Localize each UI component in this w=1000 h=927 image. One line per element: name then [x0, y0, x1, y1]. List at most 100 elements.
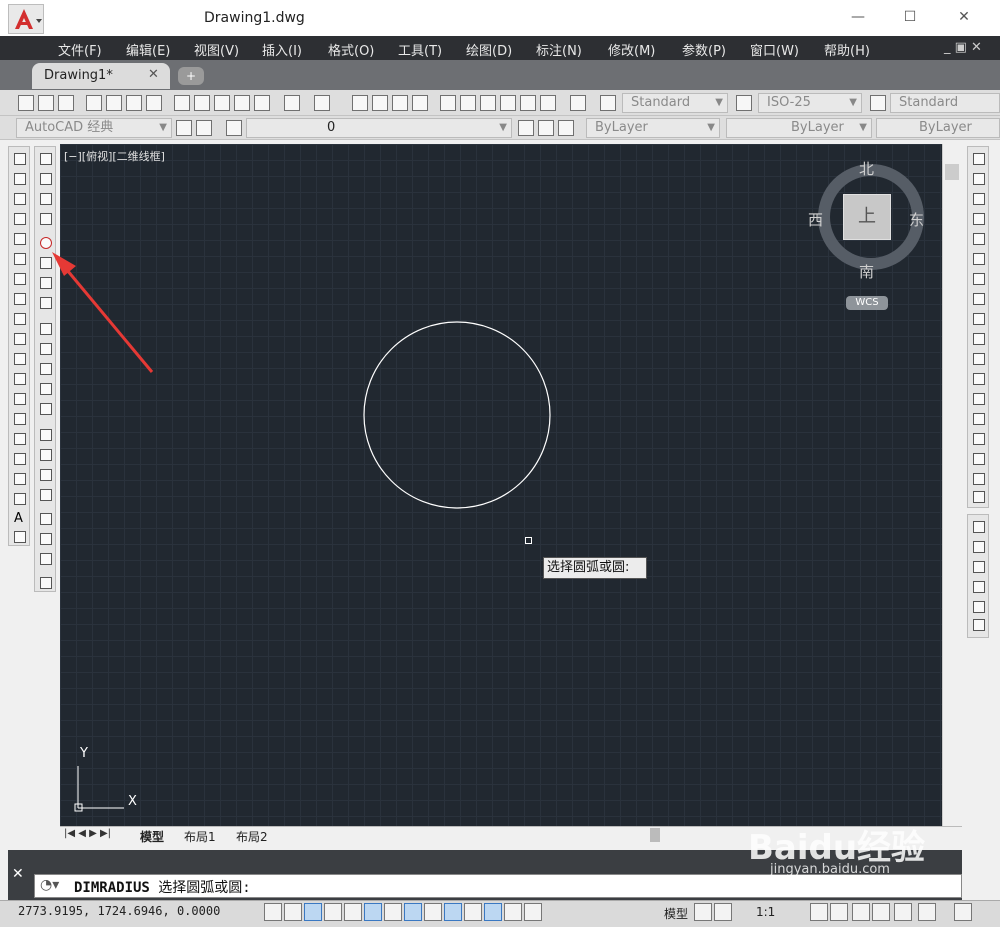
table-icon[interactable] [14, 493, 26, 505]
dynamic-ucs-icon[interactable] [424, 903, 442, 921]
sheet-set-icon[interactable] [500, 95, 516, 111]
bring-to-front-icon[interactable] [973, 521, 985, 533]
dim-style-manager-icon[interactable] [40, 577, 52, 589]
zoom-window-icon[interactable] [392, 95, 408, 111]
dim-edit-icon[interactable] [40, 513, 52, 525]
paste-icon[interactable] [214, 95, 230, 111]
chamfer-icon[interactable] [973, 433, 985, 445]
ellipse-icon[interactable] [14, 333, 26, 345]
maximize-button[interactable]: ☐ [896, 6, 924, 28]
mirror-icon[interactable] [973, 193, 985, 205]
hardware-acceleration-icon[interactable] [894, 903, 912, 921]
polygon-icon[interactable] [14, 213, 26, 225]
tab-nav-arrows[interactable]: |◀ ◀ ▶ ▶| [64, 828, 111, 839]
dynamic-input-icon[interactable] [444, 903, 462, 921]
tab-layout1[interactable]: 布局1 [184, 828, 216, 845]
menu-view[interactable]: 视图(V) [194, 40, 239, 59]
design-center-icon[interactable] [460, 95, 476, 111]
menu-modify[interactable]: 修改(M) [608, 40, 655, 59]
new-file-icon[interactable] [18, 95, 34, 111]
make-object-layer-current-icon[interactable] [518, 120, 534, 136]
lineweight-select[interactable]: ByLayer [876, 118, 1000, 138]
layer-state-icon[interactable] [558, 120, 574, 136]
viewcube-top-face[interactable]: 上 [843, 194, 891, 240]
transparency-icon[interactable] [484, 903, 502, 921]
zoom-realtime-icon[interactable] [372, 95, 388, 111]
menu-window[interactable]: 窗口(W) [750, 40, 799, 59]
compass-west[interactable]: 西 [808, 209, 823, 230]
object-snap-tracking-icon[interactable] [404, 903, 422, 921]
text-style-icon[interactable] [600, 95, 616, 111]
quick-view-drawings-icon[interactable] [714, 903, 732, 921]
wcs-menu-button[interactable]: WCS [846, 296, 888, 310]
redo-icon[interactable] [314, 95, 330, 111]
jogged-linear-icon[interactable] [40, 489, 52, 501]
doc-window-controls[interactable]: _ ▣ ✕ [944, 40, 982, 55]
quick-properties-icon[interactable] [504, 903, 522, 921]
selection-cycling-icon[interactable] [524, 903, 542, 921]
rotate-icon[interactable] [973, 273, 985, 285]
menu-edit[interactable]: 编辑(E) [126, 40, 170, 59]
compass-north[interactable]: 北 [859, 158, 874, 179]
vertical-scrollbar[interactable] [942, 144, 962, 826]
explode-icon[interactable] [973, 491, 985, 503]
erase-icon[interactable] [973, 153, 985, 165]
pan-icon[interactable] [352, 95, 368, 111]
cursor-coordinates[interactable]: 2773.9195, 1724.6946, 0.0000 [18, 904, 220, 918]
object-snap-icon[interactable] [364, 903, 382, 921]
add-selected-icon[interactable] [14, 531, 26, 543]
minimize-button[interactable]: — [844, 6, 872, 28]
clean-screen-icon[interactable] [954, 903, 972, 921]
break-icon[interactable] [973, 393, 985, 405]
tab-layout2[interactable]: 布局2 [236, 828, 268, 845]
compass-east[interactable]: 东 [909, 209, 924, 230]
arc-icon[interactable] [14, 253, 26, 265]
app-menu-button[interactable] [8, 4, 44, 34]
calculator-icon[interactable] [540, 95, 556, 111]
tolerance-icon[interactable] [40, 429, 52, 441]
dim-style-icon[interactable] [736, 95, 752, 111]
blend-curves-icon[interactable] [973, 473, 985, 485]
menu-tools[interactable]: 工具(T) [398, 40, 442, 59]
menu-parameter[interactable]: 参数(P) [682, 40, 726, 59]
line-icon[interactable] [14, 153, 26, 165]
table-style-icon[interactable] [870, 95, 886, 111]
print-icon[interactable] [86, 95, 102, 111]
match-properties-icon[interactable] [234, 95, 250, 111]
save-icon[interactable] [58, 95, 74, 111]
point-icon[interactable] [14, 413, 26, 425]
annotation-visibility-icon[interactable] [810, 903, 828, 921]
join-icon[interactable] [973, 413, 985, 425]
workspace-switch-icon[interactable] [196, 120, 212, 136]
snap-mode-icon[interactable] [284, 903, 302, 921]
menu-draw[interactable]: 绘图(D) [466, 40, 512, 59]
polar-tracking-icon[interactable] [344, 903, 362, 921]
block-editor-icon[interactable] [254, 95, 270, 111]
multiline-text-icon[interactable]: A [14, 512, 26, 525]
tab-close-icon[interactable]: ✕ [148, 67, 159, 82]
menu-help[interactable]: 帮助(H) [824, 40, 870, 59]
menu-format[interactable]: 格式(O) [328, 40, 374, 59]
infer-constraints-icon[interactable] [264, 903, 282, 921]
move-icon[interactable] [973, 253, 985, 265]
dim-break-icon[interactable] [40, 403, 52, 415]
dim-text-edit-icon[interactable] [40, 533, 52, 545]
revision-cloud-icon[interactable] [14, 293, 26, 305]
copy-object-icon[interactable] [973, 173, 985, 185]
dim-style-select[interactable]: ISO-25 ▼ [758, 93, 862, 113]
layer-properties-icon[interactable] [226, 120, 242, 136]
table-style-select[interactable]: Standard [890, 93, 1000, 113]
workspace-settings-icon[interactable] [176, 120, 192, 136]
properties-icon[interactable] [440, 95, 456, 111]
gradient-icon[interactable] [14, 453, 26, 465]
cut-icon[interactable] [174, 95, 190, 111]
center-mark-icon[interactable] [40, 449, 52, 461]
text-style-select[interactable]: Standard ▼ [622, 93, 728, 113]
stretch-icon[interactable] [973, 313, 985, 325]
toolbar-lock-icon[interactable] [872, 903, 890, 921]
ordinate-icon[interactable] [40, 213, 52, 225]
hatch-icon[interactable] [14, 433, 26, 445]
fillet-icon[interactable] [973, 453, 985, 465]
dim-update-icon[interactable] [40, 553, 52, 565]
tool-palettes-icon[interactable] [480, 95, 496, 111]
